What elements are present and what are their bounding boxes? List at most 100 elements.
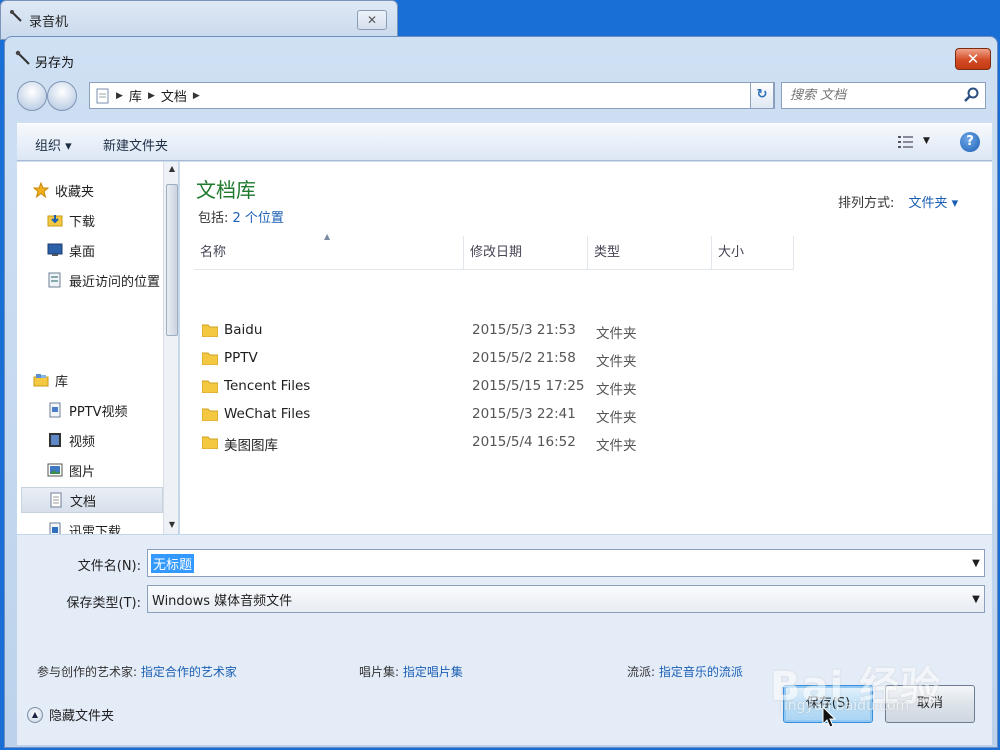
genre-link[interactable]: 指定音乐的流派 bbox=[659, 665, 743, 679]
list-item[interactable]: 美图图库 2015/5/4 16:52 文件夹 bbox=[200, 430, 760, 456]
sidebar-item-favorites[interactable]: 收藏夹 bbox=[33, 177, 178, 203]
navigation-scrollbar[interactable]: ▲ ▼ bbox=[163, 162, 178, 534]
filename-dropdown-icon[interactable]: ▼ bbox=[968, 558, 984, 569]
sidebar-item-desktop[interactable]: 桌面 bbox=[47, 237, 178, 263]
pictures-icon bbox=[47, 463, 63, 477]
column-header-row: ▲ 名称 修改日期 类型 大小 bbox=[194, 232, 794, 270]
sidebar-item-pictures[interactable]: 图片 bbox=[47, 457, 178, 483]
column-header-type[interactable]: 类型 bbox=[588, 236, 712, 270]
search-icon[interactable] bbox=[963, 87, 979, 103]
column-header-date[interactable]: 修改日期 bbox=[464, 236, 588, 270]
library-title: 文档库 bbox=[196, 178, 256, 202]
arrange-by: 排列方式: 文件夹 ▾ bbox=[838, 192, 958, 211]
sidebar-item-label: 最近访问的位置 bbox=[69, 274, 161, 290]
close-button[interactable]: ✕ bbox=[955, 48, 991, 70]
file-name: Baidu bbox=[224, 322, 263, 338]
document-icon bbox=[96, 88, 109, 103]
file-date: 2015/5/3 22:41 bbox=[472, 406, 576, 422]
chevron-right-icon[interactable]: ▶ bbox=[148, 91, 155, 101]
file-date: 2015/5/3 21:53 bbox=[472, 322, 576, 338]
scroll-down-icon[interactable]: ▼ bbox=[164, 520, 178, 529]
back-button[interactable] bbox=[17, 81, 47, 111]
sidebar-item-label: 视频 bbox=[69, 434, 96, 450]
filename-value[interactable]: 无标题 bbox=[151, 553, 195, 573]
file-type: 文件夹 bbox=[596, 410, 637, 426]
filetype-select[interactable]: Windows 媒体音频文件 ▼ bbox=[147, 585, 985, 613]
includes-locations-link[interactable]: 2 个位置 bbox=[233, 211, 284, 226]
sidebar-item-libraries[interactable]: 库 bbox=[33, 367, 178, 393]
background-window-title: 录音机 bbox=[29, 15, 69, 30]
chevron-right-icon[interactable]: ▶ bbox=[193, 91, 200, 101]
scroll-up-icon[interactable]: ▲ bbox=[164, 164, 178, 173]
filetype-label: 保存类型(T): bbox=[66, 596, 141, 611]
scrollbar-thumb[interactable] bbox=[166, 184, 178, 336]
arrange-dropdown[interactable]: 文件夹 ▾ bbox=[909, 196, 959, 211]
file-type: 文件夹 bbox=[596, 382, 637, 398]
sidebar-item-label: 桌面 bbox=[69, 244, 96, 260]
column-header-size[interactable]: 大小 bbox=[712, 236, 794, 270]
cancel-button[interactable]: 取消 bbox=[885, 685, 975, 723]
view-dropdown-icon[interactable]: ▼ bbox=[923, 136, 930, 146]
video-icon bbox=[49, 433, 61, 447]
organize-button[interactable]: 组织 ▾ bbox=[35, 135, 72, 154]
hide-folders-label: 隐藏文件夹 bbox=[49, 709, 115, 724]
refresh-button[interactable]: ↻ bbox=[750, 82, 774, 109]
library-icon bbox=[33, 374, 49, 387]
column-header-name[interactable]: 名称 bbox=[194, 236, 464, 270]
command-toolbar: 组织 ▾ 新建文件夹 ▼ ? bbox=[17, 123, 992, 161]
sidebar-item-videos[interactable]: 视频 bbox=[47, 427, 178, 453]
file-type: 文件夹 bbox=[596, 354, 637, 370]
list-item[interactable]: WeChat Files 2015/5/3 22:41 文件夹 bbox=[200, 402, 760, 428]
list-item[interactable]: Tencent Files 2015/5/15 17:25 文件夹 bbox=[200, 374, 760, 400]
library-includes: 包括: 2 个位置 bbox=[198, 207, 284, 226]
search-box[interactable] bbox=[781, 82, 986, 109]
folder-icon bbox=[202, 324, 218, 337]
recent-places-icon bbox=[48, 272, 61, 288]
artist-metadata: 参与创作的艺术家: 指定合作的艺术家 bbox=[37, 663, 237, 680]
sidebar-item-downloads[interactable]: 下载 bbox=[47, 207, 178, 233]
breadcrumb-library[interactable]: 库 bbox=[129, 86, 142, 105]
view-options-icon[interactable] bbox=[897, 134, 915, 150]
background-close-button[interactable]: ✕ bbox=[357, 10, 387, 30]
filename-field[interactable]: 无标题 ▼ bbox=[147, 549, 985, 577]
file-name: 美图图库 bbox=[224, 438, 278, 454]
library-video-icon bbox=[49, 402, 61, 418]
help-button[interactable]: ? bbox=[960, 132, 980, 152]
artist-link[interactable]: 指定合作的艺术家 bbox=[141, 665, 237, 679]
documents-icon bbox=[50, 492, 62, 508]
forward-button[interactable] bbox=[47, 81, 77, 111]
chevron-right-icon[interactable]: ▶ bbox=[116, 91, 123, 101]
sidebar-item-thunder-download[interactable]: 迅雷下载 bbox=[47, 517, 178, 534]
microphone-icon bbox=[15, 50, 30, 65]
filetype-dropdown-icon[interactable]: ▼ bbox=[968, 594, 984, 605]
navigation-pane: 收藏夹 下载 桌面 最近访问的位置 库 PPTV视频 视频 图片 文档 迅雷下载… bbox=[17, 162, 179, 534]
album-link[interactable]: 指定唱片集 bbox=[403, 665, 463, 679]
new-folder-button[interactable]: 新建文件夹 bbox=[103, 135, 168, 154]
sidebar-item-pptv-video[interactable]: PPTV视频 bbox=[47, 397, 178, 423]
search-input[interactable] bbox=[782, 83, 952, 107]
sidebar-item-documents[interactable]: 文档 bbox=[21, 487, 163, 513]
save-options-panel: 文件名(N): 无标题 ▼ 保存类型(T): Windows 媒体音频文件 ▼ … bbox=[17, 535, 992, 745]
desktop-icon bbox=[47, 243, 63, 256]
filename-label: 文件名(N): bbox=[77, 559, 141, 574]
list-item[interactable]: PPTV 2015/5/2 21:58 文件夹 bbox=[200, 346, 760, 372]
chevron-up-icon: ▲ bbox=[27, 706, 43, 723]
file-name: WeChat Files bbox=[224, 406, 311, 422]
sidebar-item-recent-places[interactable]: 最近访问的位置 bbox=[47, 267, 178, 293]
genre-label: 流派: bbox=[627, 665, 656, 679]
microphone-icon bbox=[10, 10, 22, 22]
navigation-buttons: ▾ bbox=[17, 81, 94, 113]
breadcrumb: ▶ 库 ▶ 文档 ▶ bbox=[90, 86, 756, 105]
sidebar-item-label: PPTV视频 bbox=[69, 404, 128, 420]
hide-folders-toggle[interactable]: ▲ 隐藏文件夹 bbox=[27, 705, 114, 724]
sidebar-item-label: 收藏夹 bbox=[55, 184, 95, 200]
file-date: 2015/5/15 17:25 bbox=[472, 378, 585, 394]
genre-metadata: 流派: 指定音乐的流派 bbox=[627, 663, 743, 680]
list-item[interactable]: Baidu 2015/5/3 21:53 文件夹 bbox=[200, 318, 760, 344]
file-date: 2015/5/2 21:58 bbox=[472, 350, 576, 366]
artist-label: 参与创作的艺术家: bbox=[37, 665, 138, 679]
breadcrumb-documents[interactable]: 文档 bbox=[161, 86, 187, 105]
address-bar[interactable]: ▶ 库 ▶ 文档 ▶ ▼ bbox=[89, 82, 775, 109]
includes-label: 包括: bbox=[198, 211, 229, 226]
arrange-label: 排列方式: bbox=[838, 196, 895, 211]
